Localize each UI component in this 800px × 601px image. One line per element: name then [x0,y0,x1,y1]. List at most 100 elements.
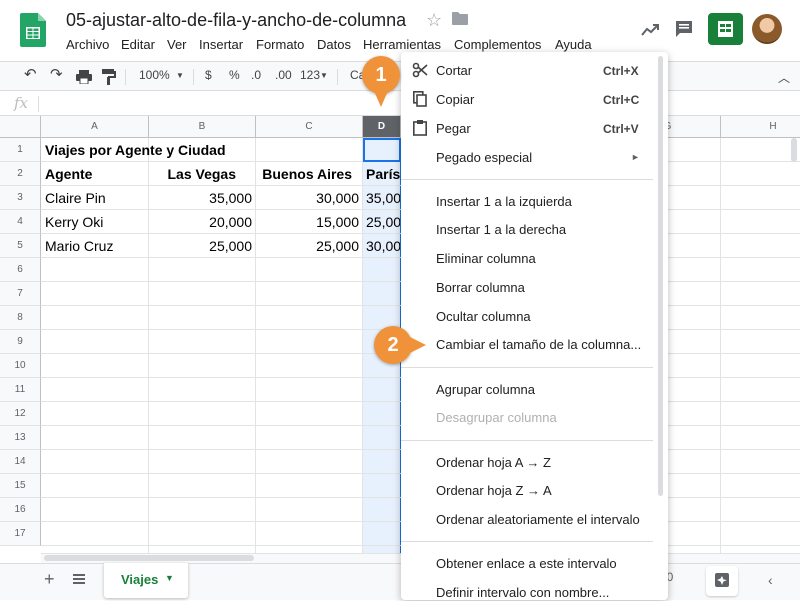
cell-b5[interactable]: 25,000 [149,234,255,258]
cell-c3[interactable]: 30,000 [256,186,362,210]
activity-trend-icon[interactable] [640,20,660,40]
cell-b4[interactable]: 20,000 [149,210,255,234]
paint-format-icon[interactable] [102,69,116,85]
folder-icon[interactable] [452,12,468,25]
vertical-scroll-thumb[interactable] [791,138,797,162]
row-header[interactable]: 15 [0,474,41,498]
menu-item-copy[interactable]: Copiar [436,92,474,107]
row-header[interactable]: 16 [0,498,41,522]
cell-a1-title[interactable]: Viajes por Agente y Ciudad [42,138,342,162]
menu-item-hide-column[interactable]: Ocultar columna [436,309,531,324]
cell-a3[interactable]: Claire Pin [42,186,148,210]
document-title[interactable]: 05-ajustar-alto-de-fila-y-ancho-de-colum… [66,10,406,31]
percent-format-button[interactable]: % [229,68,240,82]
undo-icon[interactable]: ↶ [24,65,37,83]
cell-d5[interactable]: 30,00 [363,234,400,258]
select-all-corner[interactable] [0,116,41,138]
all-sheets-icon[interactable] [72,572,86,586]
menu-item-cut[interactable]: Cortar [436,63,472,78]
copy-icon [413,91,427,107]
menu-item-resize-column[interactable]: Cambiar el tamaño de la columna... [436,337,641,352]
zoom-caret-icon: ▼ [176,71,184,80]
menu-item-sort-za[interactable]: Ordenar hoja Z → A [436,483,552,498]
comment-icon[interactable] [674,19,694,39]
cell-a5[interactable]: Mario Cruz [42,234,148,258]
menu-herramientas[interactable]: Herramientas [363,37,441,52]
increase-decimals-button[interactable]: .00 [275,68,292,82]
row-header[interactable]: 13 [0,426,41,450]
menu-divider [401,440,653,441]
menu-insertar[interactable]: Insertar [199,37,243,52]
row-header[interactable]: 8 [0,306,41,330]
cell-a2-header[interactable]: Agente [42,162,148,186]
menu-item-paste-special[interactable]: Pegado especial [436,150,532,165]
row-header[interactable]: 12 [0,402,41,426]
cell-c5[interactable]: 25,000 [256,234,362,258]
cell-d4[interactable]: 25,00 [363,210,400,234]
menu-complementos[interactable]: Complementos [454,37,541,52]
menu-ver[interactable]: Ver [167,37,187,52]
row-header[interactable]: 6 [0,258,41,282]
menu-item-group-column[interactable]: Agrupar columna [436,382,535,397]
decrease-decimals-button[interactable]: .0 [251,68,261,82]
row-header[interactable]: 1 [0,138,41,162]
side-panel-toggle-icon[interactable]: ‹ [768,572,773,588]
print-icon[interactable] [76,70,92,84]
collapse-menus-icon[interactable]: ︿ [778,69,790,86]
share-button[interactable] [708,13,743,45]
cell-b3[interactable]: 35,000 [149,186,255,210]
row-header[interactable]: 2 [0,162,41,186]
menu-item-define-named-range[interactable]: Definir intervalo con nombre... [436,585,609,600]
menu-item-paste[interactable]: Pegar [436,121,471,136]
menu-item-sort-az[interactable]: Ordenar hoja A → Z [436,455,551,470]
row-header[interactable]: 9 [0,330,41,354]
row-header[interactable]: 7 [0,282,41,306]
row-header[interactable]: 5 [0,234,41,258]
menu-datos[interactable]: Datos [317,37,351,52]
menu-formato[interactable]: Formato [256,37,304,52]
menu-item-get-link[interactable]: Obtener enlace a este intervalo [436,556,617,571]
cell-c2-header[interactable]: Buenos Aires [256,162,355,186]
cell-c4[interactable]: 15,000 [256,210,362,234]
row-header[interactable]: 3 [0,186,41,210]
active-cell-d1[interactable] [363,138,401,162]
horizontal-scroll-thumb[interactable] [44,555,254,561]
row-header[interactable]: 14 [0,450,41,474]
menu-item-delete-column[interactable]: Eliminar columna [436,251,536,266]
cell-d2-header[interactable]: París [363,162,400,186]
sheet-tab-label[interactable]: Viajes [121,572,158,587]
column-header-b[interactable]: B [149,116,256,138]
callout-pointer-1 [374,91,388,107]
user-avatar[interactable] [752,14,782,44]
row-header[interactable]: 4 [0,210,41,234]
column-header-a[interactable]: A [41,116,149,138]
cell-b2-header[interactable]: Las Vegas [149,162,239,186]
context-menu-scrollbar[interactable] [658,56,663,496]
explore-button[interactable] [706,566,738,596]
row-header[interactable]: 11 [0,378,41,402]
sheets-logo-icon[interactable] [20,13,46,47]
column-header-h[interactable]: H [721,116,800,138]
row-header[interactable]: 17 [0,522,41,546]
currency-format-button[interactable]: $ [205,68,212,82]
formula-bar[interactable]: fx [0,92,800,116]
menu-item-clear-column[interactable]: Borrar columna [436,280,525,295]
menu-divider [401,179,653,180]
menu-ayuda[interactable]: Ayuda [555,37,592,52]
redo-icon[interactable]: ↷ [50,65,63,83]
menu-archivo[interactable]: Archivo [66,37,109,52]
cell-a4[interactable]: Kerry Oki [42,210,148,234]
menu-item-randomize-range[interactable]: Ordenar aleatoriamente el intervalo [436,512,640,527]
menu-item-insert-right[interactable]: Insertar 1 a la derecha [436,222,566,237]
star-icon[interactable]: ☆ [426,10,442,31]
add-sheet-icon[interactable]: + [44,569,55,590]
sheet-tab-caret-icon[interactable]: ▼ [165,573,174,583]
menu-item-insert-left[interactable]: Insertar 1 a la izquierda [436,194,572,209]
zoom-select[interactable]: 100% [139,68,170,82]
row-header[interactable]: 10 [0,354,41,378]
column-header-c[interactable]: C [256,116,363,138]
cell-d3[interactable]: 35,00 [363,186,400,210]
column-header-d[interactable]: D [363,116,401,138]
more-formats-button[interactable]: 123 [300,68,320,82]
menu-editar[interactable]: Editar [121,37,155,52]
